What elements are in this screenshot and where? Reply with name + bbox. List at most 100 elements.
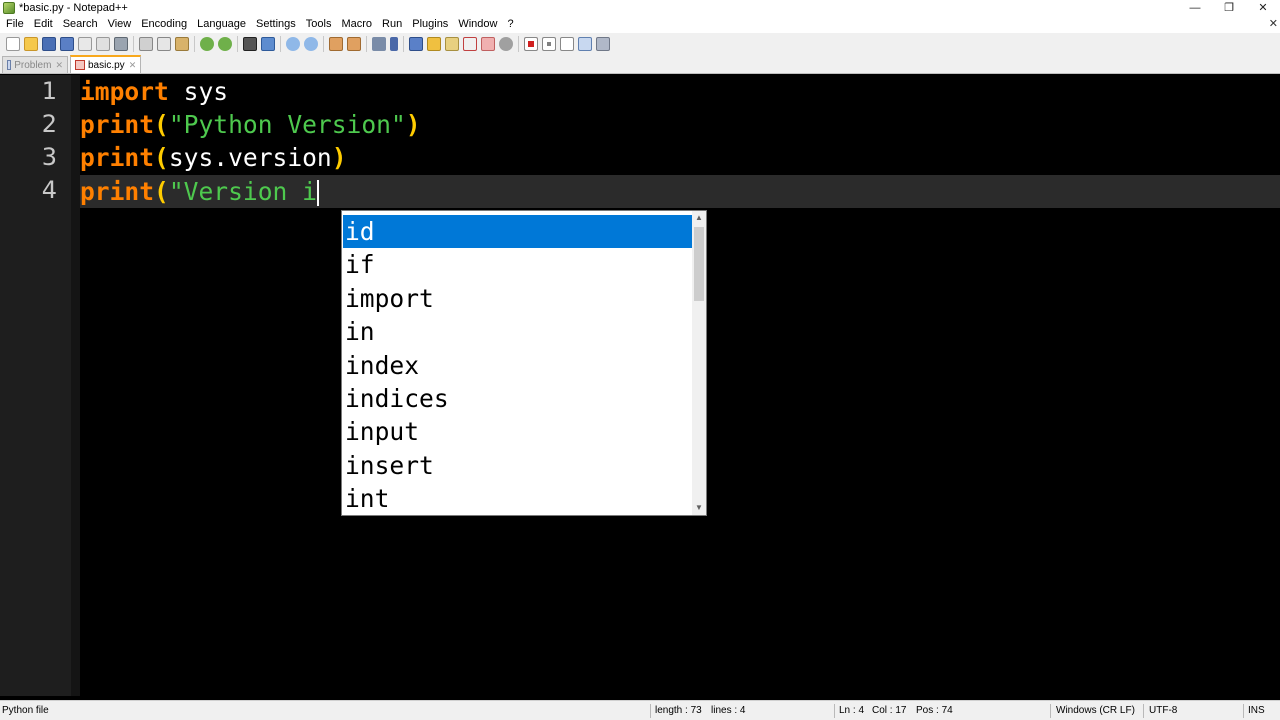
keyword-token: print: [80, 110, 155, 139]
status-divider: [1143, 704, 1144, 718]
title-bar: *basic.py - Notepad++ — ❐ ✕: [0, 0, 1280, 15]
function-list-icon[interactable]: [463, 37, 477, 51]
toolbar-separator: [237, 36, 238, 52]
autocomplete-item[interactable]: index: [343, 349, 693, 382]
run-macro-multiple-icon[interactable]: [578, 37, 592, 51]
sync-vertical-icon[interactable]: [329, 37, 343, 51]
doc-map-icon[interactable]: [445, 37, 459, 51]
autocomplete-item[interactable]: import: [343, 282, 693, 315]
autocomplete-item[interactable]: indices: [343, 382, 693, 415]
autocomplete-item[interactable]: in: [343, 315, 693, 348]
status-divider: [1050, 704, 1051, 718]
code-line-1[interactable]: import sys: [80, 75, 1280, 108]
undo-icon[interactable]: [200, 37, 214, 51]
menu-language[interactable]: Language: [192, 15, 251, 33]
new-file-icon[interactable]: [6, 37, 20, 51]
stop-macro-icon[interactable]: [542, 37, 556, 51]
code-line-3[interactable]: print(sys.version): [80, 141, 1280, 174]
autocomplete-item[interactable]: if: [343, 248, 693, 281]
print-icon[interactable]: [114, 37, 128, 51]
replace-icon[interactable]: [261, 37, 275, 51]
toolbar-separator: [323, 36, 324, 52]
redo-icon[interactable]: [218, 37, 232, 51]
copy-icon[interactable]: [157, 37, 171, 51]
save-macro-icon[interactable]: [596, 37, 610, 51]
zoom-out-icon[interactable]: [304, 37, 318, 51]
sync-horizontal-icon[interactable]: [347, 37, 361, 51]
folder-workspace-icon[interactable]: [481, 37, 495, 51]
keyword-token: import: [80, 77, 169, 106]
identifier-token: sys.version: [168, 143, 332, 172]
tab-basic-py[interactable]: basic.py ✕: [70, 55, 142, 73]
tab-problem[interactable]: Problem ✕: [2, 56, 68, 73]
menu-file[interactable]: File: [1, 15, 29, 33]
menu-edit[interactable]: Edit: [29, 15, 58, 33]
autocomplete-item[interactable]: input: [343, 415, 693, 448]
word-wrap-icon[interactable]: [372, 37, 386, 51]
autocomplete-scrollbar[interactable]: ▲ ▼: [692, 211, 706, 515]
show-all-chars-icon[interactable]: [390, 37, 398, 51]
notepadpp-app-icon: [3, 1, 15, 14]
identifier-token: sys: [168, 77, 229, 106]
toolbar-separator: [280, 36, 281, 52]
menu-help[interactable]: ?: [502, 15, 518, 33]
menu-view[interactable]: View: [103, 15, 137, 33]
paste-icon[interactable]: [175, 37, 189, 51]
autocomplete-item[interactable]: int: [343, 482, 693, 515]
keyword-token: print: [80, 177, 155, 206]
menu-search[interactable]: Search: [58, 15, 103, 33]
code-line-2[interactable]: print("Python Version"): [80, 108, 1280, 141]
minimize-button[interactable]: —: [1178, 0, 1212, 15]
scrollbar-thumb[interactable]: [694, 227, 704, 301]
toolbar-separator: [133, 36, 134, 52]
indent-guide-icon[interactable]: [409, 37, 423, 51]
save-icon[interactable]: [42, 37, 56, 51]
close-document-icon[interactable]: ✕: [1269, 17, 1278, 30]
close-window-button[interactable]: ✕: [1246, 0, 1280, 15]
code-line-4-current[interactable]: print("Version i: [80, 175, 1280, 208]
open-file-icon[interactable]: [24, 37, 38, 51]
menu-encoding[interactable]: Encoding: [136, 15, 192, 33]
scroll-down-arrow-icon[interactable]: ▼: [692, 501, 706, 515]
status-divider: [1243, 704, 1244, 718]
menu-plugins[interactable]: Plugins: [407, 15, 453, 33]
operator-token: (: [154, 143, 169, 172]
menu-macro[interactable]: Macro: [336, 15, 377, 33]
autocomplete-item[interactable]: insert: [343, 449, 693, 482]
scroll-up-arrow-icon[interactable]: ▲: [692, 211, 706, 225]
save-all-icon[interactable]: [60, 37, 74, 51]
status-file-type: Python file: [2, 705, 49, 716]
status-insert-mode: INS: [1248, 705, 1265, 716]
menu-window[interactable]: Window: [453, 15, 502, 33]
udl-icon[interactable]: [427, 37, 441, 51]
operator-token: ): [331, 143, 347, 172]
line-number: 4: [41, 176, 57, 204]
close-file-icon[interactable]: [78, 37, 92, 51]
autocomplete-item-selected[interactable]: id: [343, 215, 693, 249]
string-token: "Python Version": [168, 110, 406, 139]
play-macro-icon[interactable]: [560, 37, 574, 51]
zoom-in-icon[interactable]: [286, 37, 300, 51]
menu-tools[interactable]: Tools: [301, 15, 337, 33]
cut-icon[interactable]: [139, 37, 153, 51]
record-macro-icon[interactable]: [524, 37, 538, 51]
find-icon[interactable]: [243, 37, 257, 51]
toolbar-separator: [366, 36, 367, 52]
autocomplete-popup: id if import in index indices input inse…: [341, 210, 707, 516]
menu-settings[interactable]: Settings: [251, 15, 301, 33]
restore-button[interactable]: ❐: [1212, 0, 1246, 15]
file-icon: [7, 60, 12, 70]
status-encoding[interactable]: UTF-8: [1149, 701, 1177, 720]
status-eol-format[interactable]: Windows (CR LF): [1056, 701, 1135, 720]
tab-close-icon[interactable]: ✕: [51, 60, 63, 71]
toolbar-separator: [403, 36, 404, 52]
menu-run[interactable]: Run: [377, 15, 407, 33]
monitoring-icon[interactable]: [499, 37, 513, 51]
fold-margin[interactable]: [71, 75, 80, 696]
unsaved-file-icon: [75, 60, 85, 70]
close-all-icon[interactable]: [96, 37, 110, 51]
status-column: Col : 17: [872, 705, 907, 716]
status-position: Pos : 74: [916, 705, 953, 716]
tab-close-icon[interactable]: ✕: [125, 60, 137, 71]
string-token: "Version i: [168, 177, 317, 206]
